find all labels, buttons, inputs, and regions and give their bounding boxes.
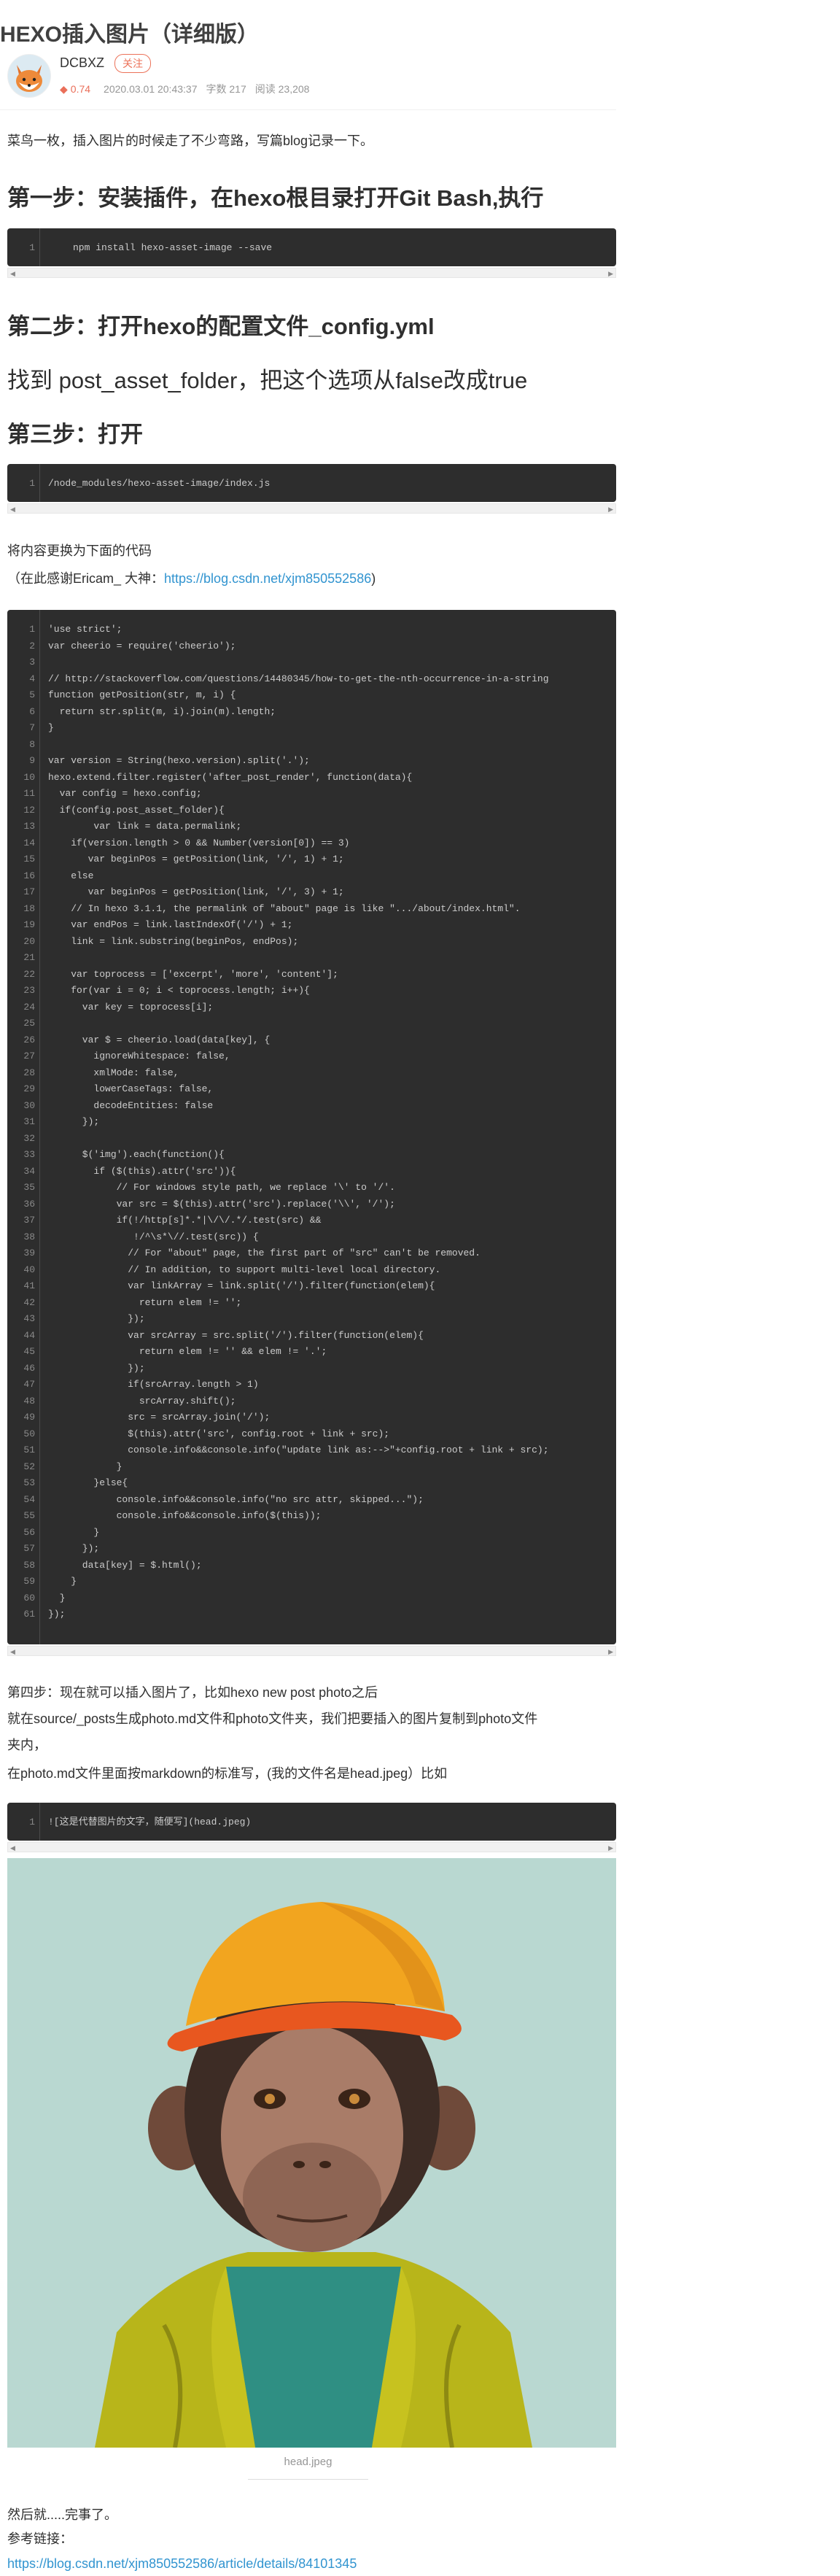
code-line-numbers: 1 (29, 478, 35, 489)
code-content: ![这是代替图片的文字，随便写](head.jpeg) (48, 1817, 252, 1827)
scroll-left-icon[interactable]: ◀ (10, 270, 15, 278)
article-meta: ◆ 0.74 2020.03.01 20:43:37 字数 217 阅读 23,208 (60, 82, 318, 96)
author-avatar[interactable] (7, 54, 51, 98)
scroll-right-icon[interactable]: ▶ (608, 1844, 613, 1852)
scroll-left-icon[interactable]: ◀ (10, 506, 15, 514)
step4-line-3: 夹内， (7, 1738, 47, 1752)
code-block-markdown: 1 ![这是代替图片的文字，随便写](head.jpeg) (7, 1803, 616, 1841)
step4-line-2: 就在source/_posts生成photo.md文件和photo文件夹，我们把… (7, 1711, 538, 1726)
scroll-left-icon[interactable]: ◀ (10, 1844, 15, 1852)
read-count: 阅读 23,208 (254, 83, 310, 95)
code-block-index-js: 1 2 3 4 5 6 7 8 9 10 11 12 13 14 15 16 1… (7, 610, 616, 1644)
code-block-install: 1 npm install hexo-asset-image --save (7, 228, 616, 266)
follow-button[interactable]: 关注 (114, 54, 151, 73)
thanks-link[interactable]: https://blog.csdn.net/xjm850552586 (164, 571, 371, 586)
chimpanzee-photo[interactable] (7, 1858, 616, 2448)
thanks-text: （在此感谢Ericam_ 大神： (7, 571, 165, 586)
thanks-paragraph: （在此感谢Ericam_ 大神：https://blog.csdn.net/xj… (7, 566, 376, 591)
refs-label: 参考链接： (7, 2531, 73, 2546)
step3-heading: 第三步：打开 (7, 422, 143, 447)
author-name[interactable]: DCBXZ (60, 55, 104, 71)
chimpanzee-image (7, 1858, 616, 2448)
end-paragraph: 然后就.....完事了。 (7, 2507, 118, 2522)
author-bar: DCBXZ 关注 ◆ 0.74 2020.03.01 20:43:37 字数 217 阅… (7, 51, 616, 101)
refs-link-paragraph: https://blog.csdn.net/xjm850552586/artic… (7, 2551, 357, 2576)
thanks-close: ) (371, 571, 376, 586)
step2-heading-bold: 第二步：打开hexo的配置文件_config.yml (7, 314, 435, 339)
intro-paragraph: 菜鸟一枚，插入图片的时候走了不少弯路，写篇blog记录一下。 (7, 134, 374, 148)
caption-underline (248, 2479, 368, 2480)
scroll-right-icon[interactable]: ▶ (608, 270, 613, 278)
step1-heading: 第一步：安装插件，在hexo根目录打开Git Bash,执行 (7, 185, 544, 211)
horizontal-scrollbar[interactable]: ◀ ▶ (7, 503, 616, 514)
code-content: /node_modules/hexo-asset-image/index.js (48, 478, 271, 489)
step4-line-4: 在photo.md文件里面按markdown的标准写，(我的文件名是head.j… (7, 1766, 448, 1781)
image-caption: head.jpeg (284, 2456, 332, 2468)
word-count: 字数 217 (206, 83, 246, 95)
horizontal-scrollbar[interactable]: ◀ ▶ (7, 1646, 616, 1656)
code-line-numbers: 1 2 3 4 5 6 7 8 9 10 11 12 13 14 15 16 1… (23, 624, 35, 1620)
step2-heading: 第二步：打开hexo的配置文件_config.yml (7, 308, 435, 341)
code-block-path: 1 /node_modules/hexo-asset-image/index.j… (7, 464, 616, 502)
code-line-numbers: 1 (29, 1817, 35, 1827)
code-content: npm install hexo-asset-image --save (73, 242, 273, 253)
publish-date: 2020.03.01 20:43:37 (104, 83, 198, 95)
scroll-right-icon[interactable]: ▶ (608, 1648, 613, 1656)
step2-instruction-heading: 找到 post_asset_folder，把这个选项从false改成true (7, 368, 528, 393)
score-value: 0.74 (70, 83, 91, 95)
scroll-left-icon[interactable]: ◀ (10, 1648, 15, 1656)
step4-line-1: 第四步：现在就可以插入图片了，比如hexo new post photo之后 (7, 1685, 378, 1700)
horizontal-scrollbar[interactable]: ◀ ▶ (7, 268, 616, 278)
fox-avatar-icon (8, 55, 50, 97)
reference-link[interactable]: https://blog.csdn.net/xjm850552586/artic… (7, 2556, 357, 2571)
article-title: HEXO插入图片（详细版） (0, 23, 260, 47)
divider (0, 109, 616, 110)
code-line-numbers: 1 (29, 242, 35, 253)
replace-paragraph: 将内容更换为下面的代码 (7, 544, 152, 558)
diamond-icon: ◆ (60, 83, 68, 95)
horizontal-scrollbar[interactable]: ◀ ▶ (7, 1842, 616, 1852)
scroll-right-icon[interactable]: ▶ (608, 506, 613, 514)
page: HEXO插入图片（详细版） DCBXZ 关注 ◆ 0.74 2020.03.01 2… (0, 0, 840, 2571)
code-content: 'use strict'; var cheerio = require('che… (48, 624, 549, 1620)
